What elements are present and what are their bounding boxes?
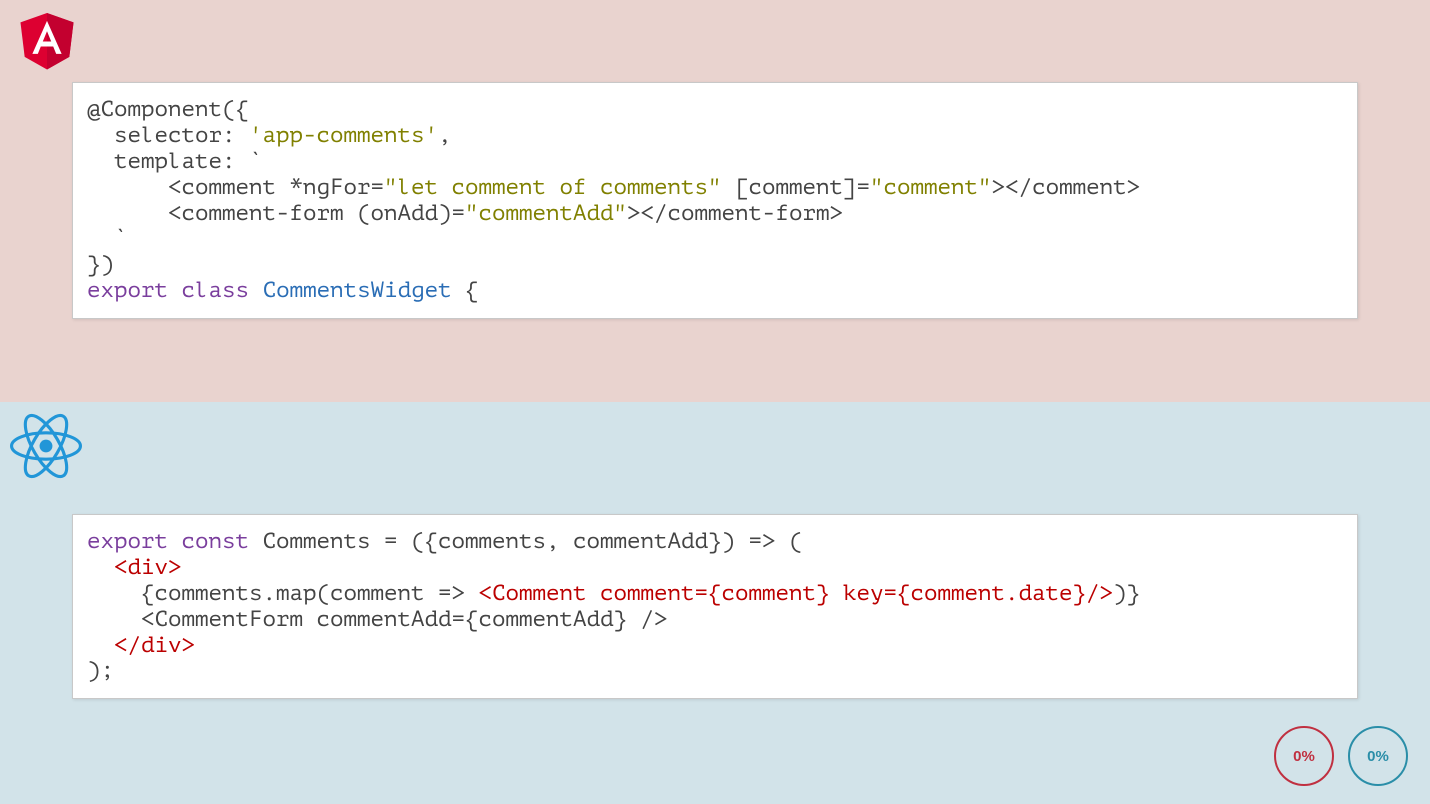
code-token: const: [182, 529, 250, 554]
code-token: export: [87, 278, 168, 303]
code-token: export: [87, 529, 168, 554]
code-token: "let comment of comments": [384, 175, 722, 200]
code-token: "comment": [870, 175, 992, 200]
code-token: {comments.map(comment =>: [87, 581, 479, 606]
code-token: [249, 278, 263, 303]
react-score-value: 0%: [1367, 748, 1389, 765]
react-icon: [10, 410, 82, 482]
code-token: </div>: [114, 633, 195, 658]
code-token: [168, 529, 182, 554]
code-token: [168, 278, 182, 303]
code-token: CommentsWidget: [263, 278, 452, 303]
react-score-badge: 0%: [1348, 726, 1408, 786]
code-token: {: [452, 278, 479, 303]
angular-score-badge: 0%: [1274, 726, 1334, 786]
code-token: class: [182, 278, 250, 303]
react-code-block: export const Comments = ({comments, comm…: [72, 514, 1358, 699]
code-token: );: [87, 658, 114, 683]
angular-code-block: @Component({ selector: 'app-comments', t…: [72, 82, 1358, 319]
score-badges: 0% 0%: [1274, 726, 1408, 786]
react-section: export const Comments = ({comments, comm…: [0, 402, 1430, 804]
code-token: 'app-comments': [249, 123, 438, 148]
code-token: <Comment comment={comment} key={comment.…: [479, 581, 1114, 606]
angular-score-value: 0%: [1293, 748, 1315, 765]
code-token: <div>: [114, 555, 182, 580]
code-token: [comment]=: [722, 175, 871, 200]
angular-section: @Component({ selector: 'app-comments', t…: [0, 0, 1430, 402]
angular-icon: [16, 6, 78, 72]
code-token: @Component({ selector:: [87, 97, 249, 148]
code-token: "commentAdd": [465, 201, 627, 226]
